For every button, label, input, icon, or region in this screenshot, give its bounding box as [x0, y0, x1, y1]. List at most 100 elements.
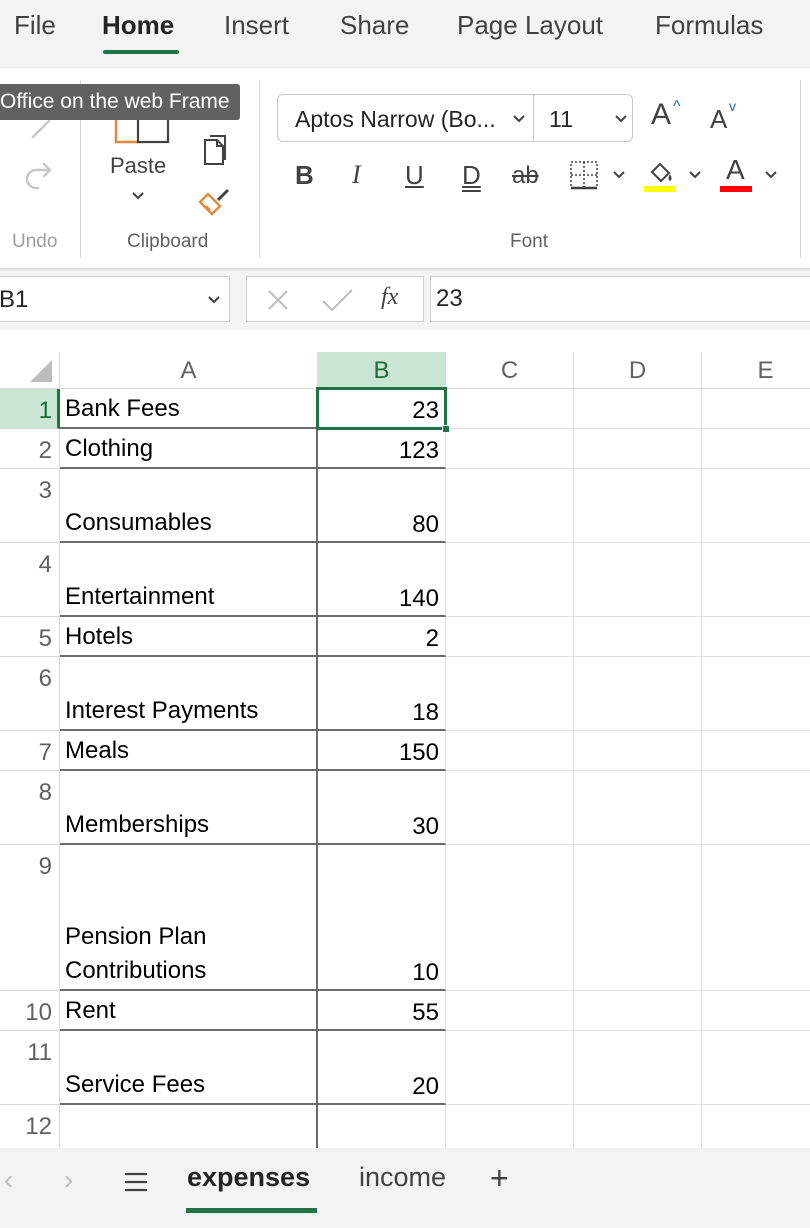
cell-c3[interactable]	[446, 469, 574, 543]
spreadsheet-grid[interactable]: A B C D E 1 Bank Fees 23 2 Clothing 123 3 Consumable…	[0, 352, 810, 1148]
cell-e6[interactable]	[702, 657, 810, 731]
cell-a11[interactable]: Service Fees	[60, 1031, 318, 1105]
cell-c6[interactable]	[446, 657, 574, 731]
column-header-d[interactable]: D	[574, 352, 702, 389]
row-header[interactable]: 3	[0, 469, 60, 543]
row-header[interactable]: 6	[0, 657, 60, 731]
enter-check-icon[interactable]	[317, 285, 357, 315]
cell-d1[interactable]	[574, 389, 702, 429]
tab-share[interactable]: Share	[340, 10, 409, 41]
row-header[interactable]: 7	[0, 731, 60, 771]
cell-c1[interactable]	[446, 389, 574, 429]
cell-b8[interactable]: 30	[318, 771, 446, 845]
previous-sheet-chevron-left-icon[interactable]: ‹	[4, 1164, 13, 1196]
cell-a3[interactable]: Consumables	[60, 469, 318, 543]
sheet-tab-expenses[interactable]: expenses	[187, 1162, 310, 1193]
paste-chevron-down-icon[interactable]	[126, 186, 150, 206]
tab-insert[interactable]: Insert	[224, 10, 289, 41]
cell-c8[interactable]	[446, 771, 574, 845]
row-header[interactable]: 10	[0, 991, 60, 1031]
all-sheets-menu-icon[interactable]	[120, 1168, 152, 1196]
font-name-select[interactable]: Aptos Narrow (Bo...	[295, 106, 496, 133]
font-color-chevron-down-icon[interactable]	[762, 166, 780, 184]
cell-d11[interactable]	[574, 1031, 702, 1105]
insert-function-button[interactable]: fx	[381, 284, 398, 311]
cell-c11[interactable]	[446, 1031, 574, 1105]
cell-e5[interactable]	[702, 617, 810, 657]
fill-color-chevron-down-icon[interactable]	[686, 166, 704, 184]
fill-handle[interactable]	[442, 425, 450, 433]
next-sheet-chevron-right-icon[interactable]: ›	[64, 1164, 73, 1196]
row-header[interactable]: 9	[0, 845, 60, 991]
formula-input[interactable]: 23	[430, 276, 810, 322]
cell-e9[interactable]	[702, 845, 810, 991]
row-header[interactable]: 12	[0, 1105, 60, 1148]
cell-e7[interactable]	[702, 731, 810, 771]
cell-b6[interactable]: 18	[318, 657, 446, 731]
shrink-font-button[interactable]: A	[710, 104, 727, 135]
font-name-chevron-down-icon[interactable]	[510, 111, 528, 127]
cell-b11[interactable]: 20	[318, 1031, 446, 1105]
tab-formulas[interactable]: Formulas	[655, 10, 763, 41]
redo-icon[interactable]	[18, 154, 58, 194]
cell-e11[interactable]	[702, 1031, 810, 1105]
select-all-corner[interactable]	[0, 352, 60, 389]
format-painter-icon[interactable]	[196, 184, 232, 220]
cell-e3[interactable]	[702, 469, 810, 543]
cell-c7[interactable]	[446, 731, 574, 771]
cell-c4[interactable]	[446, 543, 574, 617]
row-header[interactable]: 1	[0, 389, 60, 429]
cell-e10[interactable]	[702, 991, 810, 1031]
row-header[interactable]: 2	[0, 429, 60, 469]
cell-b9[interactable]: 10	[318, 845, 446, 991]
tab-file[interactable]: File	[14, 10, 56, 41]
cell-d7[interactable]	[574, 731, 702, 771]
cell-a4[interactable]: Entertainment	[60, 543, 318, 617]
cell-e8[interactable]	[702, 771, 810, 845]
cell-a2[interactable]: Clothing	[60, 429, 318, 469]
cell-a8[interactable]: Memberships	[60, 771, 318, 845]
tab-home[interactable]: Home	[102, 10, 174, 41]
cell-e12[interactable]	[702, 1105, 810, 1148]
cell-a7[interactable]: Meals	[60, 731, 318, 771]
underline-button[interactable]: U	[405, 160, 424, 191]
cell-a6[interactable]: Interest Payments	[60, 657, 318, 731]
add-sheet-button[interactable]: +	[490, 1160, 509, 1197]
cell-b7[interactable]: 150	[318, 731, 446, 771]
cell-e1[interactable]	[702, 389, 810, 429]
cell-b3[interactable]: 80	[318, 469, 446, 543]
cell-d9[interactable]	[574, 845, 702, 991]
font-color-button[interactable]: A	[726, 154, 745, 186]
cell-d10[interactable]	[574, 991, 702, 1031]
sheet-tab-income[interactable]: income	[359, 1162, 446, 1193]
column-header-a[interactable]: A	[60, 352, 318, 389]
cell-b10[interactable]: 55	[318, 991, 446, 1031]
cell-b5[interactable]: 2	[318, 617, 446, 657]
copy-icon[interactable]	[196, 132, 232, 168]
cell-c5[interactable]	[446, 617, 574, 657]
borders-icon[interactable]	[566, 158, 602, 192]
cell-d2[interactable]	[574, 429, 702, 469]
cell-d5[interactable]	[574, 617, 702, 657]
paste-label[interactable]: Paste	[110, 153, 166, 179]
cell-b2[interactable]: 123	[318, 429, 446, 469]
cell-c9[interactable]	[446, 845, 574, 991]
borders-chevron-down-icon[interactable]	[610, 166, 628, 184]
cell-b12[interactable]	[318, 1105, 446, 1148]
grow-font-button[interactable]: A	[651, 98, 671, 132]
cell-d3[interactable]	[574, 469, 702, 543]
double-underline-button[interactable]: D	[462, 160, 481, 191]
cell-a1[interactable]: Bank Fees	[60, 389, 318, 429]
cell-d12[interactable]	[574, 1105, 702, 1148]
cell-d8[interactable]	[574, 771, 702, 845]
column-header-b[interactable]: B	[318, 352, 446, 389]
tab-page-layout[interactable]: Page Layout	[457, 10, 603, 41]
cell-a12[interactable]	[60, 1105, 318, 1148]
cell-e2[interactable]	[702, 429, 810, 469]
font-size-select[interactable]: 11	[549, 106, 573, 133]
cell-d4[interactable]	[574, 543, 702, 617]
cell-d6[interactable]	[574, 657, 702, 731]
strikethrough-button[interactable]: ab	[512, 162, 539, 190]
row-header[interactable]: 11	[0, 1031, 60, 1105]
font-size-chevron-down-icon[interactable]	[612, 111, 630, 127]
